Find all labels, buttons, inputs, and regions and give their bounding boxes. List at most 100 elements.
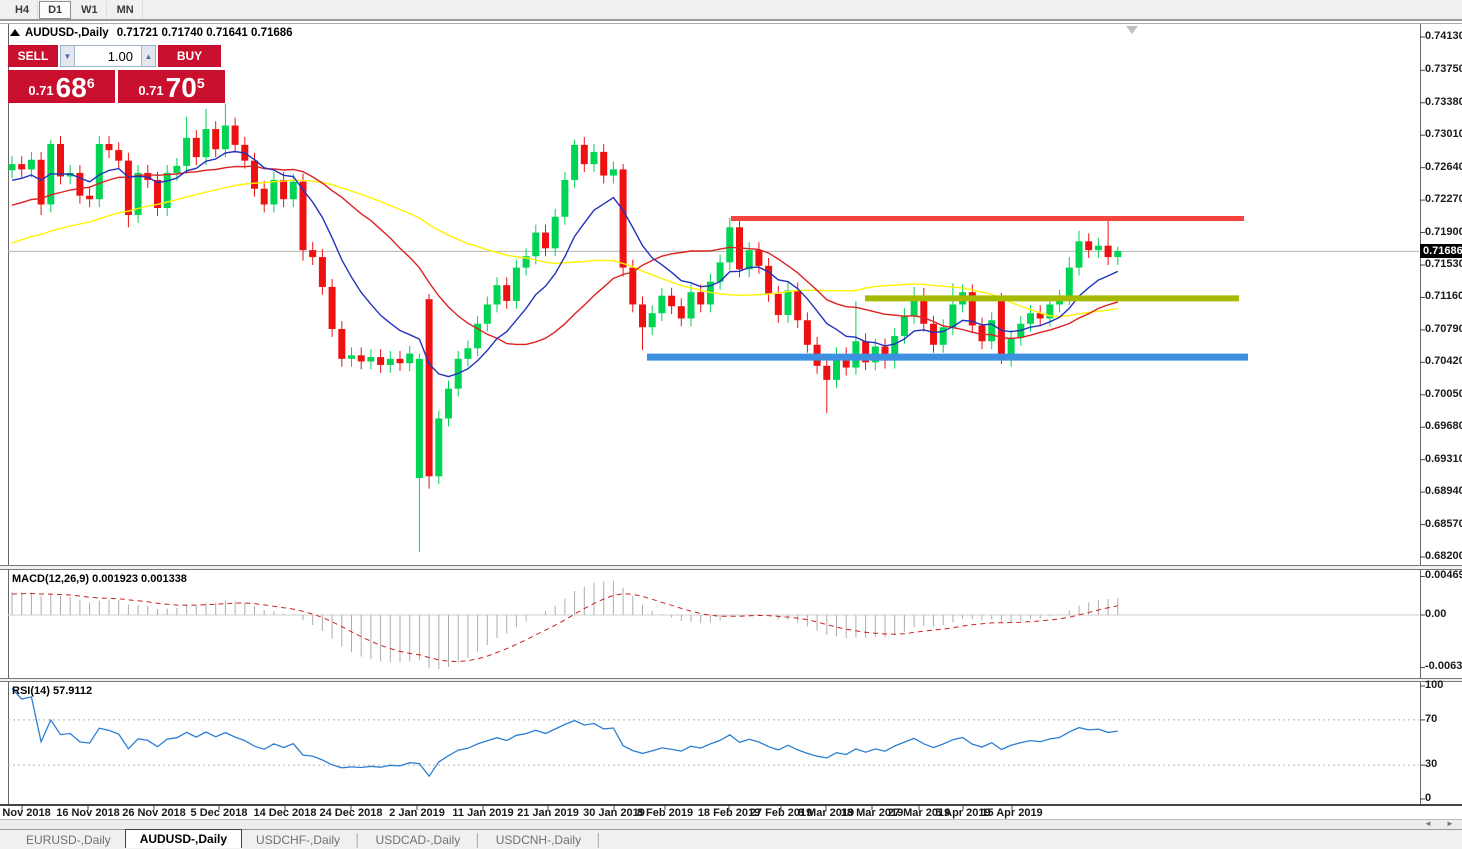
macd-label: MACD(12,26,9) 0.001923 0.001338 <box>12 573 187 585</box>
buy-price-sup: 5 <box>196 75 205 91</box>
volume-increase-button[interactable]: ▲ <box>141 45 156 67</box>
candle <box>1085 241 1093 251</box>
candle <box>212 129 220 150</box>
candle <box>1075 241 1083 268</box>
price-axis-label: 0.68200 <box>1425 550 1462 562</box>
date-axis-label: 26 Nov 2018 <box>122 807 186 819</box>
candle <box>86 195 94 200</box>
volume-input[interactable]: 1.00 <box>75 45 141 67</box>
candle <box>823 365 831 380</box>
candle <box>590 151 598 165</box>
candle <box>677 306 685 319</box>
rsi-axis-label: 70 <box>1425 712 1438 725</box>
sell-price-big: 68 <box>55 72 87 103</box>
chart-tab-usdchf[interactable]: USDCHF-,Daily <box>242 830 354 849</box>
candle <box>318 257 326 287</box>
macd-signal-value: 0.001338 <box>141 573 187 585</box>
chart-tab-usdcnh[interactable]: USDCNH-,Daily <box>482 830 595 849</box>
candle <box>27 159 35 170</box>
macd-axis-label: 0.004694 <box>1425 569 1462 582</box>
tab-separator: │ <box>354 832 362 847</box>
price-axis-label: 0.70790 <box>1425 322 1462 335</box>
candle <box>551 216 559 249</box>
price-axis-label: 0.70420 <box>1425 355 1462 368</box>
rsi-line <box>11 688 1118 778</box>
candle <box>648 313 656 328</box>
price-axis-label: 0.73750 <box>1425 63 1462 76</box>
candle <box>619 169 627 268</box>
buy-price-display[interactable]: 0.71 70 5 <box>118 70 225 103</box>
rsi-pane[interactable] <box>8 688 1419 778</box>
candle <box>512 267 520 301</box>
tab-separator: │ <box>474 832 482 847</box>
chart-tab-bar: EURUSD-,Daily AUDUSD-,Daily USDCHF-,Daily │… <box>0 829 1462 849</box>
horizontal-scrollbar[interactable]: ◄ ► <box>0 819 1462 829</box>
candle <box>1027 313 1034 324</box>
autoscroll-marker-icon[interactable] <box>1126 26 1138 34</box>
macd-pane[interactable] <box>8 580 1419 670</box>
date-axis-label: 7 Nov 2018 <box>0 807 51 819</box>
scroll-left-icon[interactable]: ◄ <box>1424 819 1432 828</box>
chart-area[interactable] <box>0 0 1462 849</box>
spin-down-icon: ▼ <box>63 51 72 61</box>
candle <box>280 179 288 200</box>
buy-price-big: 70 <box>165 72 197 103</box>
price-axis-label: 0.72270 <box>1425 193 1462 206</box>
chart-tab-usdcad[interactable]: USDCAD-,Daily <box>362 830 475 849</box>
scroll-right-icon[interactable]: ► <box>1446 819 1454 828</box>
collapse-triangle-icon[interactable] <box>10 29 20 36</box>
candle <box>338 329 346 359</box>
macd-value: 0.001923 <box>92 573 138 585</box>
candle <box>542 232 549 249</box>
rsi-axis-label: 0 <box>1425 792 1432 804</box>
candle <box>183 137 191 166</box>
candle <box>755 250 763 266</box>
spin-up-icon: ▲ <box>144 51 153 61</box>
candle <box>687 292 695 319</box>
buy-price-prefix: 0.71 <box>138 83 164 98</box>
candle <box>260 188 268 205</box>
trading-platform-window: H4 D1 W1 MN AUDUSD-,Daily 0.71721 0.71740 0.… <box>0 0 1462 849</box>
candle <box>745 250 753 270</box>
sell-price-sup: 6 <box>86 75 95 91</box>
date-axis-label: 21 Jan 2019 <box>517 807 579 819</box>
candle <box>784 290 792 315</box>
tab-separator: │ <box>595 832 603 847</box>
buy-button[interactable]: BUY <box>158 45 221 67</box>
candle <box>357 355 365 362</box>
candle <box>328 286 336 330</box>
price-axis-label: 0.68570 <box>1425 517 1462 530</box>
chart-tab-audusd[interactable]: AUDUSD-,Daily <box>124 829 243 848</box>
date-axis-label: 16 Nov 2018 <box>56 807 120 819</box>
macd-axis-label: -0.00639 <box>1425 660 1462 673</box>
candle <box>435 418 443 477</box>
candle <box>571 144 579 180</box>
candle <box>115 150 123 161</box>
axis-ticks <box>21 36 1425 810</box>
candle <box>348 355 355 359</box>
candle <box>289 181 297 200</box>
candle <box>202 129 210 158</box>
candle <box>580 144 588 165</box>
sell-button[interactable]: SELL <box>8 45 58 67</box>
candle <box>697 292 705 305</box>
sell-price-display[interactable]: 0.71 68 6 <box>8 70 115 103</box>
candle <box>8 164 16 171</box>
price-axis-label: 0.71900 <box>1425 225 1462 238</box>
chart-tab-eurusd[interactable]: EURUSD-,Daily <box>12 830 125 849</box>
rsi-value: 57.9112 <box>52 685 93 697</box>
price-axis-label: 0.71160 <box>1425 290 1462 303</box>
price-pane[interactable] <box>8 103 1419 552</box>
date-axis-label: 24 Dec 2018 <box>319 807 383 819</box>
symbol-label: AUDUSD-,Daily <box>25 27 109 39</box>
candle <box>503 285 511 301</box>
price-axis-label: 0.69680 <box>1425 420 1462 433</box>
candle <box>668 295 676 307</box>
ohlc-values: 0.71721 0.71740 0.71641 0.71686 <box>116 27 293 39</box>
candle <box>900 315 908 337</box>
rsi-label: RSI(14) 57.9112 <box>12 685 93 697</box>
date-axis-label: 5 Dec 2018 <box>190 807 248 819</box>
candle <box>464 348 472 359</box>
price-axis-label: 0.73380 <box>1425 95 1462 108</box>
volume-decrease-button[interactable]: ▼ <box>60 45 75 67</box>
